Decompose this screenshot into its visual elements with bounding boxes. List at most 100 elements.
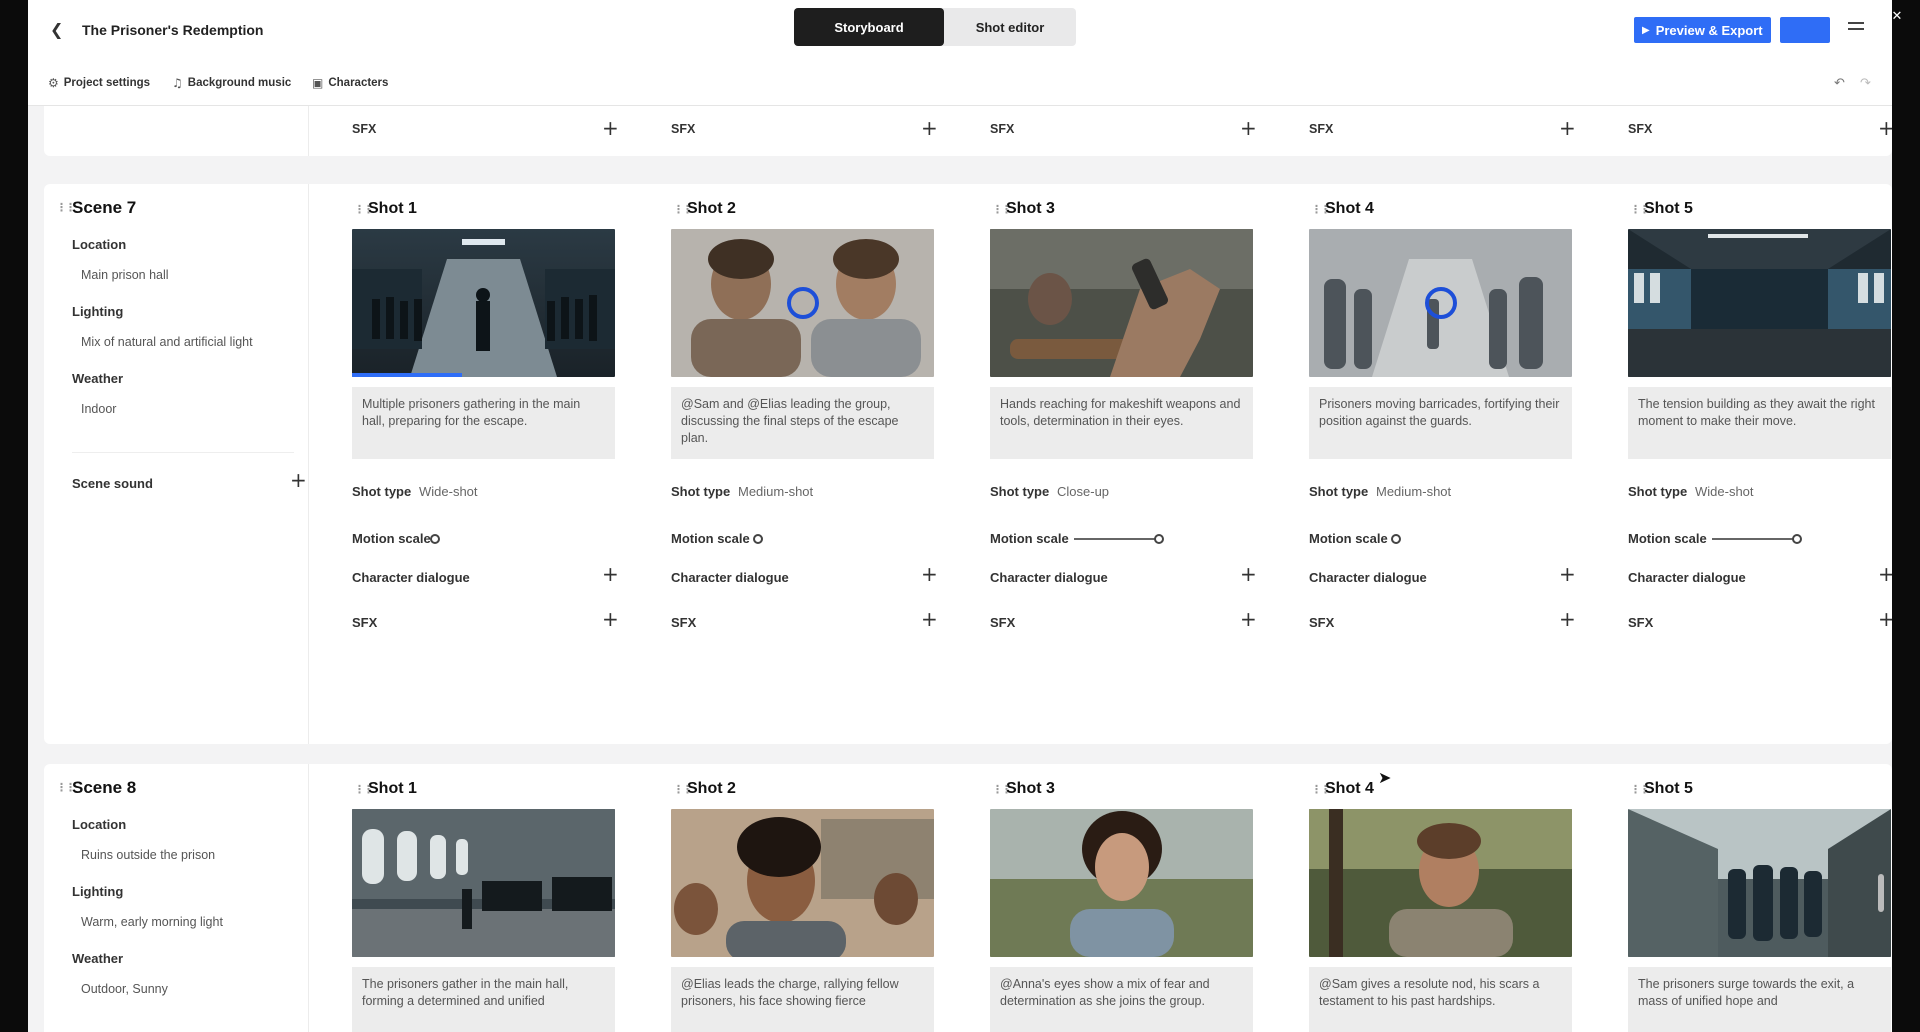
add-scene-sound-plus-icon[interactable]: +	[290, 468, 307, 492]
shot-thumbnail[interactable]	[1309, 809, 1572, 957]
shot-thumbnail[interactable]	[1309, 229, 1572, 377]
shot-thumbnail[interactable]	[990, 809, 1253, 957]
shot-description[interactable]: @Elias leads the charge, rallying fellow…	[671, 967, 934, 1032]
drag-handle-icon[interactable]: ⋮⋮	[56, 781, 76, 794]
drag-handle-icon[interactable]: ⋮⋮	[1630, 203, 1650, 216]
drag-handle-icon[interactable]: ⋮⋮	[673, 203, 693, 216]
character-dialogue-label: Character dialogue	[990, 570, 1108, 585]
shot-title: ⋮⋮ Shot 2	[673, 780, 736, 798]
project-settings-label: Project settings	[63, 77, 151, 89]
drag-handle-icon[interactable]: ⋮⋮	[673, 783, 693, 796]
play-icon: ▶	[1642, 24, 1650, 36]
shot-thumbnail[interactable]	[352, 229, 615, 377]
add-sfx-plus-icon[interactable]: +	[921, 116, 938, 140]
gear-icon: ⚙	[48, 76, 59, 90]
shot-description[interactable]: @Sam and @Elias leading the group, discu…	[671, 387, 934, 459]
shot-type-value[interactable]: Medium-shot	[1376, 484, 1451, 499]
drag-handle-icon[interactable]: ⋮⋮	[1311, 783, 1331, 796]
drag-handle-icon[interactable]: ⋮⋮	[1630, 783, 1650, 796]
shot-title-text: Shot 5	[1644, 780, 1693, 797]
drag-handle-icon[interactable]: ⋮⋮	[354, 783, 374, 796]
id-card-icon: ▣	[312, 76, 324, 90]
shot-thumbnail[interactable]	[352, 809, 615, 957]
mouse-cursor-icon: ➤	[1378, 768, 1392, 787]
drag-handle-icon[interactable]: ⋮⋮	[1311, 203, 1331, 216]
motion-scale-slider-track[interactable]	[1712, 538, 1796, 540]
add-sfx-plus-icon[interactable]: +	[1240, 116, 1257, 140]
motion-scale-slider-knob[interactable]	[753, 534, 763, 544]
add-dialogue-plus-icon[interactable]: +	[1240, 562, 1257, 586]
add-sfx-plus-icon[interactable]: +	[602, 607, 619, 631]
sfx-label: SFX	[1309, 122, 1334, 136]
drag-handle-icon[interactable]: ⋮⋮	[56, 201, 76, 214]
motion-scale-slider-knob[interactable]	[1154, 534, 1164, 544]
scene-7-shot-5: ⋮⋮ Shot 5 The tension building as they aw…	[1616, 184, 1892, 744]
back-arrow-icon[interactable]: ❮	[50, 20, 63, 39]
shot-thumbnail[interactable]	[1628, 229, 1891, 377]
motion-scale-slider-knob[interactable]	[1391, 534, 1401, 544]
storyboard-content[interactable]: SFX + SFX + SFX + SFX + SFX + ⋮⋮ Scene 7…	[28, 106, 1892, 1032]
shot-type-value[interactable]: Close-up	[1057, 484, 1109, 499]
preview-export-button[interactable]: ▶ Preview & Export	[1634, 17, 1771, 43]
shot-type-value[interactable]: Medium-shot	[738, 484, 813, 499]
motion-scale-label: Motion scale	[352, 531, 431, 546]
add-dialogue-plus-icon[interactable]: +	[921, 562, 938, 586]
add-sfx-plus-icon[interactable]: +	[1240, 607, 1257, 631]
background-music-button[interactable]: ♫ Background music	[172, 76, 291, 90]
add-sfx-plus-icon[interactable]: +	[1559, 116, 1576, 140]
scene-7-weather[interactable]: Indoor	[81, 402, 116, 416]
motion-scale-slider-knob[interactable]	[1792, 534, 1802, 544]
add-dialogue-plus-icon[interactable]: +	[1559, 562, 1576, 586]
scene-8-weather[interactable]: Outdoor, Sunny	[81, 982, 168, 996]
vertical-scrollbar[interactable]	[1878, 874, 1884, 912]
add-sfx-plus-icon[interactable]: +	[1559, 607, 1576, 631]
shot-description[interactable]: The tension building as they await the r…	[1628, 387, 1891, 459]
shot-description[interactable]: @Anna's eyes show a mix of fear and dete…	[990, 967, 1253, 1032]
shot-description[interactable]: Prisoners moving barricades, fortifying …	[1309, 387, 1572, 459]
scene-8-lighting[interactable]: Warm, early morning light	[81, 915, 223, 929]
shot-description[interactable]: Hands reaching for makeshift weapons and…	[990, 387, 1253, 459]
drag-handle-icon[interactable]: ⋮⋮	[354, 203, 374, 216]
drag-handle-icon[interactable]: ⋮⋮	[992, 783, 1012, 796]
shot-title: ⋮⋮ Shot 3	[992, 780, 1055, 798]
scene-8-location[interactable]: Ruins outside the prison	[81, 848, 215, 862]
motion-scale-slider-knob[interactable]	[430, 534, 440, 544]
drag-handle-icon[interactable]: ⋮⋮	[992, 203, 1012, 216]
shot-description[interactable]: Multiple prisoners gathering in the main…	[352, 387, 615, 459]
scene-7-lighting[interactable]: Mix of natural and artificial light	[81, 335, 253, 349]
shot-type-value[interactable]: Wide-shot	[1695, 484, 1754, 499]
shot-description[interactable]: @Sam gives a resolute nod, his scars a t…	[1309, 967, 1572, 1032]
add-sfx-plus-icon[interactable]: +	[921, 607, 938, 631]
restore-icon[interactable]: ❐	[1828, 0, 1874, 32]
shot-thumbnail[interactable]	[671, 229, 934, 377]
add-dialogue-plus-icon[interactable]: +	[602, 562, 619, 586]
scene-8-shot-1: ⋮⋮ Shot 1 The prisoners gather in the mai…	[340, 764, 640, 1032]
shot-thumbnail[interactable]	[990, 229, 1253, 377]
shot-thumbnail[interactable]	[671, 809, 934, 957]
shot-thumbnail[interactable]	[1628, 809, 1891, 957]
shot-description[interactable]: The prisoners surge towards the exit, a …	[1628, 967, 1891, 1032]
scene-7-shot-3: ⋮⋮ Shot 3 Hands reaching for makeshift we…	[978, 184, 1278, 744]
characters-button[interactable]: ▣ Characters	[312, 76, 388, 90]
tab-storyboard[interactable]: Storyboard	[794, 8, 944, 46]
tab-shot-editor[interactable]: Shot editor	[944, 8, 1076, 46]
add-sfx-plus-icon[interactable]: +	[1878, 116, 1892, 140]
shot-type-value[interactable]: Wide-shot	[419, 484, 478, 499]
shot-description[interactable]: The prisoners gather in the main hall, f…	[352, 967, 615, 1032]
undo-icon[interactable]: ↶	[1834, 76, 1845, 91]
add-sfx-plus-icon[interactable]: +	[602, 116, 619, 140]
shot-type-label: Shot type	[352, 484, 412, 499]
close-icon[interactable]: ✕	[1874, 0, 1920, 32]
minimize-icon[interactable]: —	[1782, 0, 1828, 32]
scene-sound-label: Scene sound	[72, 476, 153, 491]
redo-icon[interactable]: ↷	[1860, 76, 1871, 91]
add-dialogue-plus-icon[interactable]: +	[1878, 562, 1892, 586]
shot-type-label: Shot type	[1309, 484, 1369, 499]
app-window: ❮ The Prisoner's Redemption Storyboard S…	[28, 0, 1892, 1032]
character-dialogue-label: Character dialogue	[1309, 570, 1427, 585]
add-sfx-plus-icon[interactable]: +	[1878, 607, 1892, 631]
scene-7-location[interactable]: Main prison hall	[81, 268, 169, 282]
project-settings-button[interactable]: ⚙ Project settings	[48, 76, 150, 90]
motion-scale-slider-track[interactable]	[1074, 538, 1158, 540]
characters-label: Characters	[328, 77, 389, 89]
